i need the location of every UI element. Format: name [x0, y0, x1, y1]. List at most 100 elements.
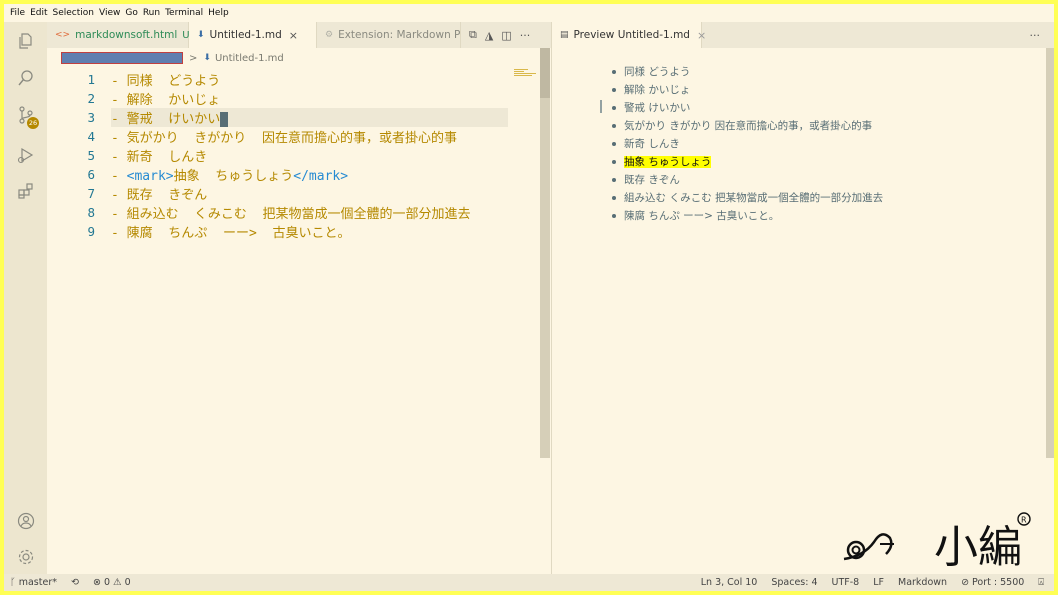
markdown-icon: ⬇	[197, 30, 205, 40]
settings-gear-icon[interactable]	[17, 548, 35, 566]
editor-line[interactable]: 7 - 既存 きぞん	[47, 184, 539, 203]
preview-tabbar: ▤ Preview Untitled-1.md × ···	[552, 22, 1054, 48]
menu-view[interactable]: View	[99, 8, 120, 18]
menu-run[interactable]: Run	[143, 8, 160, 18]
line-number: 3	[87, 110, 95, 125]
preview-list-item: 気がかり きがかり 因在意而擔心的事，或者掛心的事	[612, 117, 883, 135]
menu-help[interactable]: Help	[208, 8, 229, 18]
preview-icon: ▤	[560, 30, 569, 40]
menu-terminal[interactable]: Terminal	[165, 8, 203, 18]
open-changes-icon[interactable]: ◮	[485, 29, 493, 42]
editor-line[interactable]: 6 - <mark>抽象 ちゅうしょう</mark>	[47, 165, 539, 184]
source-control-icon[interactable]: 26	[17, 106, 39, 129]
notifications-bell-icon[interactable]: ⍓	[1038, 577, 1044, 588]
menu-go[interactable]: Go	[125, 8, 137, 18]
editor-scrollbar[interactable]	[540, 48, 550, 458]
editor-line[interactable]: 9 - 陳腐 ちんぷ ーー> 古臭いこと。	[47, 222, 539, 241]
line-text: - 同様 どうよう	[111, 74, 221, 89]
watermark-logo: 小編 R	[843, 512, 1031, 573]
tab-close-icon[interactable]: ×	[289, 29, 298, 42]
live-server-port[interactable]: ⊘ Port : 5500	[961, 577, 1024, 588]
menu-file[interactable]: File	[10, 8, 25, 18]
editor-line[interactable]: 5 - 新奇 しんき	[47, 146, 539, 165]
warning-icon: ⚠	[113, 577, 122, 588]
preview-list: 同様 どうよう 解除 かいじょ 警戒 けいかい 気がかり きがかり 因在意而擔心…	[612, 63, 883, 225]
tab-preview-untitled-1[interactable]: ▤ Preview Untitled-1.md ×	[552, 22, 706, 48]
editor-line[interactable]: 8 - 組み込む くみこむ 把某物當成一個全體的一部分加進去	[47, 203, 539, 222]
explorer-icon[interactable]	[17, 32, 35, 50]
activity-bar: 26	[4, 22, 47, 574]
tab-untitled-1-md[interactable]: ⬇ Untitled-1.md ×	[189, 22, 317, 48]
preview-list-item: 解除 かいじょ	[612, 81, 883, 99]
preview-scrollbar[interactable]	[1046, 48, 1054, 458]
more-actions-icon[interactable]: ···	[520, 29, 531, 42]
error-count: 0	[103, 577, 111, 588]
editor-line[interactable]: 4 - 気がかり きがかり 因在意而擔心的事，或者掛心的事	[47, 127, 539, 146]
warning-count: 0	[124, 577, 131, 588]
run-debug-icon[interactable]	[17, 146, 35, 164]
menu-edit[interactable]: Edit	[30, 8, 47, 18]
indentation[interactable]: Spaces: 4	[771, 577, 817, 588]
language-mode[interactable]: Markdown	[898, 577, 947, 588]
editor-line-current[interactable]: 3 - 警戒 けいかい	[47, 108, 539, 127]
line-number: 4	[87, 129, 95, 144]
line-number: 8	[87, 205, 95, 220]
end-of-line[interactable]: LF	[873, 577, 884, 588]
tab-extension-markdown[interactable]: ⚙ Extension: Markdown Pr	[317, 22, 461, 48]
breadcrumb: > ⬇ Untitled-1.md	[47, 48, 284, 68]
highlighted-mark-text: 抽象 ちゅうしょう	[624, 156, 712, 168]
menu-selection[interactable]: Selection	[53, 8, 94, 18]
preview-list-item-marked: 抽象 ちゅうしょう	[612, 153, 883, 171]
svg-text:R: R	[1021, 516, 1027, 525]
mark-close-tag: </mark>	[293, 169, 349, 184]
tab-label: Preview Untitled-1.md	[573, 29, 690, 41]
extension-icon: ⚙	[325, 30, 334, 40]
editor-line[interactable]: 2 - 解除 かいじょ	[47, 89, 539, 108]
error-icon: ⊗	[92, 577, 101, 588]
branch-status[interactable]: ᚴ master*	[10, 577, 57, 588]
branch-name: master*	[18, 577, 57, 588]
line-text: - 新奇 しんき	[111, 150, 208, 165]
status-right: Ln 3, Col 10 Spaces: 4 UTF-8 LF Markdown…	[701, 574, 1044, 591]
preview-list-item: 新奇 しんき	[612, 135, 883, 153]
editor-line[interactable]: 1 - 同様 どうよう	[47, 70, 539, 89]
scm-badge: 26	[27, 117, 39, 129]
mark-inner-text: 抽象 ちゅうしょう	[173, 169, 294, 184]
status-bar: ᚴ master* ⟲ ⊗ 0 ⚠ 0 Ln 3, Col 10 Spaces:…	[4, 574, 1054, 591]
redacted-path	[61, 52, 183, 64]
port-label: Port : 5500	[972, 577, 1025, 588]
markdown-preview: 同様 どうよう 解除 かいじょ 警戒 けいかい 気がかり きがかり 因在意而擔心…	[552, 48, 1046, 574]
line-text-wrapper: - <mark>抽象 ちゅうしょう</mark>	[111, 165, 348, 184]
tab-label: Extension: Markdown Pr	[338, 29, 461, 41]
editor-scrollbar-thumb[interactable]	[540, 48, 550, 98]
open-preview-icon[interactable]: ⧉	[469, 28, 477, 42]
cursor-position[interactable]: Ln 3, Col 10	[701, 577, 758, 588]
encoding[interactable]: UTF-8	[832, 577, 860, 588]
problems-status[interactable]: ⊗ 0 ⚠ 0	[93, 577, 131, 588]
tab-markdownsoft-html[interactable]: <> markdownsoft.html U	[47, 22, 190, 48]
account-icon[interactable]	[17, 512, 35, 530]
line-text: - 組み込む くみこむ 把某物當成一個全體的一部分加進去	[111, 207, 471, 222]
html-icon: <>	[55, 30, 71, 40]
watermark-text: 小編	[934, 522, 1022, 573]
breadcrumb-separator: >	[189, 52, 198, 64]
text-cursor	[220, 112, 229, 127]
line-number: 1	[87, 72, 95, 87]
status-left: ᚴ master* ⟲ ⊗ 0 ⚠ 0	[10, 577, 145, 588]
mark-open-tag: <mark>	[126, 169, 174, 184]
code-editor[interactable]: 1 - 同様 どうよう 2 - 解除 かいじょ 3 - 警戒 けいかい 4 - …	[47, 68, 539, 574]
line-number: 6	[87, 167, 95, 182]
breadcrumb-file[interactable]: Untitled-1.md	[215, 53, 284, 64]
sync-icon[interactable]: ⟲	[71, 577, 79, 588]
extensions-icon[interactable]	[17, 182, 35, 200]
editor-actions: ⧉ ◮ ◫ ···	[465, 22, 534, 48]
more-actions-icon[interactable]: ···	[1030, 29, 1041, 42]
split-editor-icon[interactable]: ◫	[501, 29, 511, 42]
line-text: - 気がかり きがかり 因在意而擔心的事，或者掛心的事	[111, 131, 457, 146]
line-number: 9	[87, 224, 95, 239]
minimap[interactable]	[514, 69, 540, 77]
editor-tabbar: <> markdownsoft.html U ⬇ Untitled-1.md ×…	[47, 22, 551, 48]
vscode-window: File Edit Selection View Go Run Terminal…	[4, 4, 1054, 591]
preview-list-item: 同様 どうよう	[612, 63, 883, 81]
search-icon[interactable]	[17, 69, 35, 87]
